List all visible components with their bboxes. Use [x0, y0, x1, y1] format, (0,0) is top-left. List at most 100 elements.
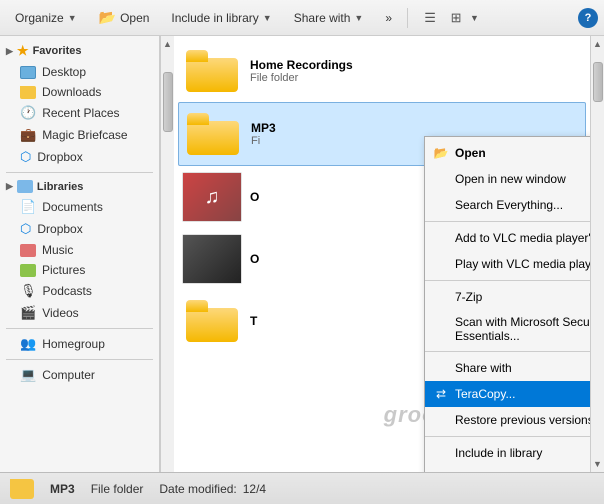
- share-chevron: ▼: [354, 13, 363, 23]
- sidebar-item-pictures[interactable]: Pictures: [0, 260, 159, 280]
- podcasts-icon: 🎙: [20, 283, 37, 299]
- libraries-triangle: ▶: [6, 181, 13, 192]
- status-file-name: MP3: [50, 482, 75, 496]
- organize-label: Organize: [15, 11, 64, 25]
- ctx-share-with[interactable]: Share with ▶: [425, 355, 590, 381]
- open-button[interactable]: 📂 Open: [90, 4, 159, 31]
- favorites-section: ▶ ★ Favorites Desktop Downloads 🕐 Recent…: [0, 40, 159, 168]
- ctx-vlc-play-label: Play with VLC media player: [455, 257, 590, 271]
- more-button[interactable]: »: [376, 6, 401, 30]
- videos-icon: 🎬: [20, 305, 36, 321]
- star-icon: ★: [17, 43, 29, 59]
- content-scroll-up[interactable]: ▲: [591, 36, 604, 52]
- folder-icon-home: [186, 50, 238, 92]
- status-folder-icon: [10, 479, 34, 499]
- sidebar-item-dropbox[interactable]: ⬡ Dropbox: [0, 146, 159, 168]
- sidebar-item-homegroup[interactable]: 👥 Homegroup: [0, 333, 159, 355]
- sidebar-item-label: Dropbox: [37, 222, 82, 236]
- documents-icon: 📄: [20, 199, 36, 215]
- ctx-revo-icon: [433, 471, 449, 472]
- sidebar-item-desktop[interactable]: Desktop: [0, 62, 159, 82]
- content-scroll-down[interactable]: ▼: [591, 456, 604, 472]
- status-name-text: MP3: [50, 482, 75, 496]
- file-thumb-t: [182, 296, 242, 346]
- sidebar-item-label: Videos: [42, 306, 78, 320]
- include-library-button[interactable]: Include in library ▼: [162, 6, 280, 30]
- organize-button[interactable]: Organize ▼: [6, 6, 86, 30]
- status-date-value: 12/4: [243, 482, 266, 496]
- sidebar-item-podcasts[interactable]: 🎙 Podcasts: [0, 280, 159, 302]
- status-file-type: File folder: [91, 482, 144, 496]
- share-with-button[interactable]: Share with ▼: [285, 6, 373, 30]
- ctx-include-label: Include in library: [455, 446, 590, 460]
- favorites-heading[interactable]: ▶ ★ Favorites: [0, 40, 159, 62]
- sidebar-item-videos[interactable]: 🎬 Videos: [0, 302, 159, 324]
- status-date: Date modified: 12/4: [159, 482, 266, 496]
- computer-label: Computer: [42, 368, 95, 382]
- sidebar-scrollbar[interactable]: ▲: [160, 36, 174, 472]
- ctx-security-icon: [433, 321, 449, 337]
- ctx-restore-label: Restore previous versions: [455, 413, 590, 427]
- ctx-uninstall-revo[interactable]: Uninstall with Revo Uninstaller Pro: [425, 466, 590, 472]
- ctx-search-everything[interactable]: Search Everything...: [425, 192, 590, 218]
- view-toggle-button2[interactable]: ⊞: [444, 6, 468, 30]
- sidebar-divider-3: [6, 359, 153, 360]
- favorites-label: Favorites: [33, 45, 82, 57]
- sidebar-item-label: Dropbox: [37, 150, 82, 164]
- sidebar-item-downloads[interactable]: Downloads: [0, 82, 159, 102]
- content-scrollbar[interactable]: ▲ ▼: [590, 36, 604, 472]
- view-toggle-button[interactable]: ☰: [418, 6, 442, 30]
- include-library-label: Include in library: [171, 11, 258, 25]
- ctx-divider-2: [425, 280, 590, 281]
- ctx-teracopy[interactable]: ⇄ TeraCopy...: [425, 381, 590, 407]
- ctx-search-label: Search Everything...: [455, 198, 590, 212]
- sidebar-scroll-up[interactable]: ▲: [161, 36, 175, 52]
- file-item-home-recordings[interactable]: Home Recordings File folder: [178, 40, 586, 102]
- sidebar-item-magic-briefcase[interactable]: 💼 Magic Briefcase: [0, 124, 159, 146]
- sidebar-item-recent[interactable]: 🕐 Recent Places: [0, 102, 159, 124]
- folder-icon-mp3: [187, 113, 239, 155]
- ctx-scan-security[interactable]: Scan with Microsoft Security Essentials.…: [425, 310, 590, 348]
- ctx-include-library[interactable]: Include in library ▶: [425, 440, 590, 466]
- sidebar-scroll-thumb[interactable]: [163, 72, 173, 132]
- ctx-new-window-icon: [433, 171, 449, 187]
- sidebar-item-label: Recent Places: [42, 106, 119, 120]
- organize-chevron: ▼: [68, 13, 77, 23]
- ctx-search-icon: [433, 197, 449, 213]
- sidebar-item-music[interactable]: Music: [0, 240, 159, 260]
- content-scroll-thumb[interactable]: [593, 62, 603, 102]
- dropbox-lib-icon: ⬡: [20, 221, 31, 237]
- music-thumb-icon: ♫: [183, 173, 241, 221]
- ctx-scan-label: Scan with Microsoft Security Essentials.…: [455, 315, 590, 343]
- ctx-open-label: Open: [455, 146, 590, 160]
- sidebar-item-computer[interactable]: 💻 Computer: [0, 364, 159, 386]
- libraries-section: ▶ Libraries 📄 Documents ⬡ Dropbox Music: [0, 177, 159, 324]
- ctx-restore-icon: [433, 412, 449, 428]
- ctx-play-vlc[interactable]: Play with VLC media player: [425, 251, 590, 277]
- main-layout: ▶ ★ Favorites Desktop Downloads 🕐 Recent…: [0, 36, 604, 472]
- status-bar: MP3 File folder Date modified: 12/4: [0, 472, 604, 504]
- view-chevron: ▼: [470, 13, 479, 23]
- ctx-restore-prev[interactable]: Restore previous versions: [425, 407, 590, 433]
- ctx-7zip[interactable]: 7-Zip ▶: [425, 284, 590, 310]
- help-button[interactable]: ?: [578, 8, 598, 28]
- homegroup-icon: 👥: [20, 336, 36, 352]
- sidebar-item-label: Magic Briefcase: [42, 128, 127, 142]
- more-icon: »: [385, 11, 392, 25]
- library-icon: [17, 180, 33, 193]
- ctx-open-new-window[interactable]: Open in new window: [425, 166, 590, 192]
- sidebar-item-label: Desktop: [42, 65, 86, 79]
- toolbar-separator: [407, 8, 408, 28]
- sidebar-item-label: Pictures: [42, 263, 85, 277]
- homegroup-label: Homegroup: [42, 337, 105, 351]
- status-date-label: Date modified:: [159, 482, 236, 496]
- ctx-open[interactable]: 📂 Open: [425, 140, 590, 166]
- file-thumb-mp3: [183, 109, 243, 159]
- libraries-heading[interactable]: ▶ Libraries: [0, 177, 159, 196]
- view-icons: ☰ ⊞ ▼: [418, 6, 479, 30]
- sidebar-item-dropbox-lib[interactable]: ⬡ Dropbox: [0, 218, 159, 240]
- content-area: Home Recordings File folder MP3 Fi ♫: [174, 36, 590, 472]
- sidebar-item-documents[interactable]: 📄 Documents: [0, 196, 159, 218]
- ctx-add-vlc-playlist[interactable]: Add to VLC media player's Playlist: [425, 225, 590, 251]
- help-label: ?: [585, 12, 592, 24]
